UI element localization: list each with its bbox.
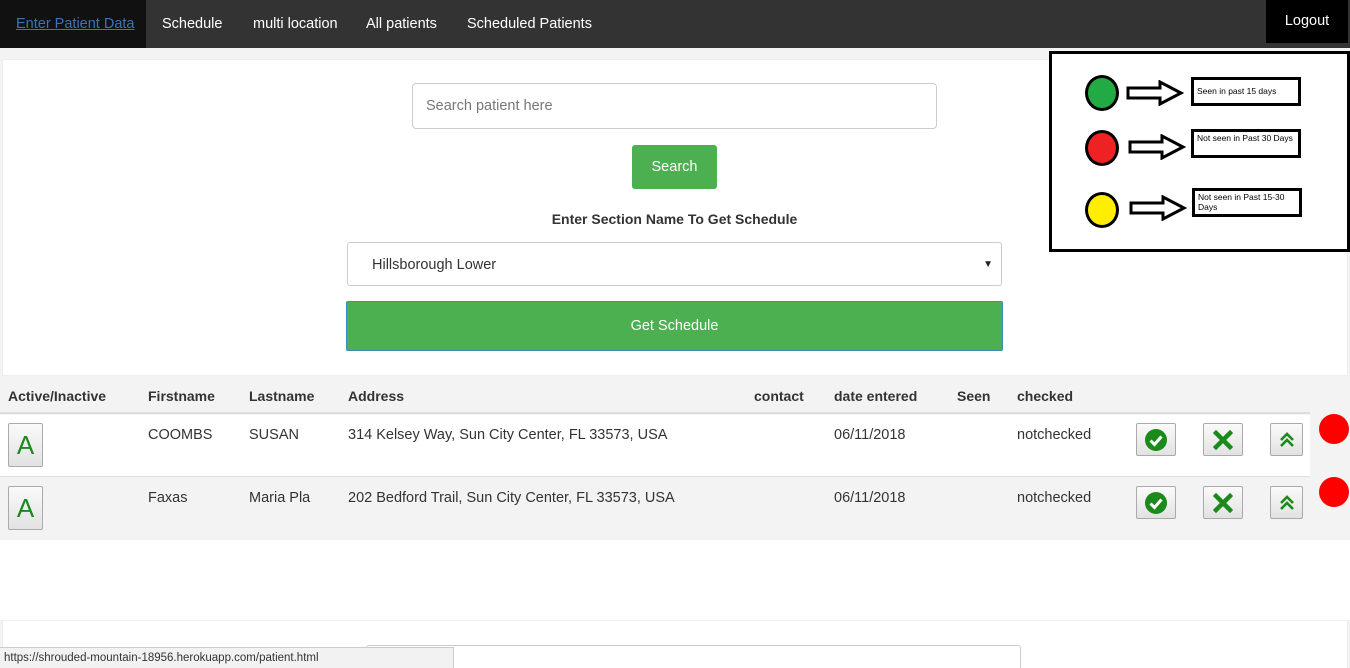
reject-button[interactable] — [1203, 423, 1243, 456]
arrow-right-icon — [1126, 80, 1184, 106]
nav-scheduled-patients[interactable]: Scheduled Patients — [451, 0, 608, 48]
nav-all-patients[interactable]: All patients — [350, 0, 453, 48]
legend-label-not-seen-30: Not seen in Past 30 Days — [1191, 129, 1301, 158]
double-chevron-up-icon — [1279, 431, 1294, 447]
cell-lastname: Maria Pla — [249, 490, 311, 506]
legend-green-dot — [1085, 75, 1119, 111]
section-label: Enter Section Name To Get Schedule — [551, 211, 798, 227]
table-row: A Faxas Maria Pla 202 Bedford Trail, Sun… — [0, 478, 1310, 540]
arrow-right-icon — [1129, 195, 1187, 221]
approve-button[interactable] — [1136, 486, 1176, 519]
nav-enter-patient-data[interactable]: Enter Patient Data — [0, 0, 146, 48]
col-address[interactable]: Address — [348, 388, 404, 404]
active-toggle-button[interactable]: A — [8, 486, 43, 530]
approve-button[interactable] — [1136, 423, 1176, 456]
close-icon — [1213, 492, 1233, 513]
move-up-button[interactable] — [1270, 423, 1303, 456]
cell-firstname: COOMBS — [148, 427, 213, 443]
status-indicator-dot — [1319, 477, 1349, 507]
col-firstname[interactable]: Firstname — [148, 388, 215, 404]
col-contact[interactable]: contact — [754, 388, 804, 404]
status-indicator-dot — [1319, 414, 1349, 444]
col-checked[interactable]: checked — [1017, 388, 1073, 404]
move-up-button[interactable] — [1270, 486, 1303, 519]
get-schedule-button[interactable]: Get Schedule — [346, 301, 1003, 351]
search-button[interactable]: Search — [632, 145, 717, 189]
cell-lastname: SUSAN — [249, 427, 299, 443]
reject-button[interactable] — [1203, 486, 1243, 519]
logout-button[interactable]: Logout — [1266, 0, 1348, 43]
double-chevron-up-icon — [1279, 494, 1294, 510]
nav-multi-location[interactable]: multi location — [237, 0, 354, 48]
table-header-row: Active/Inactive Firstname Lastname Addre… — [0, 378, 1310, 414]
cell-checked: notchecked — [1017, 490, 1092, 506]
browser-status-url: https://shrouded-mountain-18956.herokuap… — [0, 647, 454, 668]
active-toggle-button[interactable]: A — [8, 423, 43, 467]
nav-schedule[interactable]: Schedule — [146, 0, 238, 48]
table-spacer — [0, 540, 1350, 620]
col-seen[interactable]: Seen — [957, 388, 990, 404]
cell-address: 202 Bedford Trail, Sun City Center, FL 3… — [348, 490, 675, 506]
top-navbar: Enter Patient Data Schedule multi locati… — [0, 0, 1350, 48]
close-icon — [1213, 429, 1233, 450]
cell-date-entered: 06/11/2018 — [834, 427, 906, 443]
col-active-inactive[interactable]: Active/Inactive — [8, 388, 106, 404]
cell-date-entered: 06/11/2018 — [834, 490, 906, 506]
bottom-input[interactable] — [366, 645, 1021, 668]
legend-label-not-seen-15-30: Not seen in Past 15-30 Days — [1192, 188, 1302, 217]
col-date-entered[interactable]: date entered — [834, 388, 917, 404]
section-select[interactable]: Hillsborough Lower ▼ — [347, 242, 1002, 286]
cell-checked: notchecked — [1017, 427, 1092, 443]
legend-label-seen: Seen in past 15 days — [1191, 77, 1301, 106]
cell-address: 314 Kelsey Way, Sun City Center, FL 3357… — [348, 427, 668, 443]
arrow-right-icon — [1128, 134, 1186, 160]
status-legend: Seen in past 15 days Not seen in Past 30… — [1049, 51, 1350, 252]
dropdown-arrow-icon: ▼ — [983, 259, 993, 270]
cell-firstname: Faxas — [148, 490, 188, 506]
search-input[interactable] — [412, 83, 937, 129]
section-select-value: Hillsborough Lower — [372, 257, 497, 273]
table-row: A COOMBS SUSAN 314 Kelsey Way, Sun City … — [0, 415, 1310, 477]
legend-yellow-dot — [1085, 192, 1119, 228]
check-circle-icon — [1145, 491, 1167, 514]
check-circle-icon — [1145, 428, 1167, 451]
legend-red-dot — [1085, 130, 1119, 166]
col-lastname[interactable]: Lastname — [249, 388, 314, 404]
